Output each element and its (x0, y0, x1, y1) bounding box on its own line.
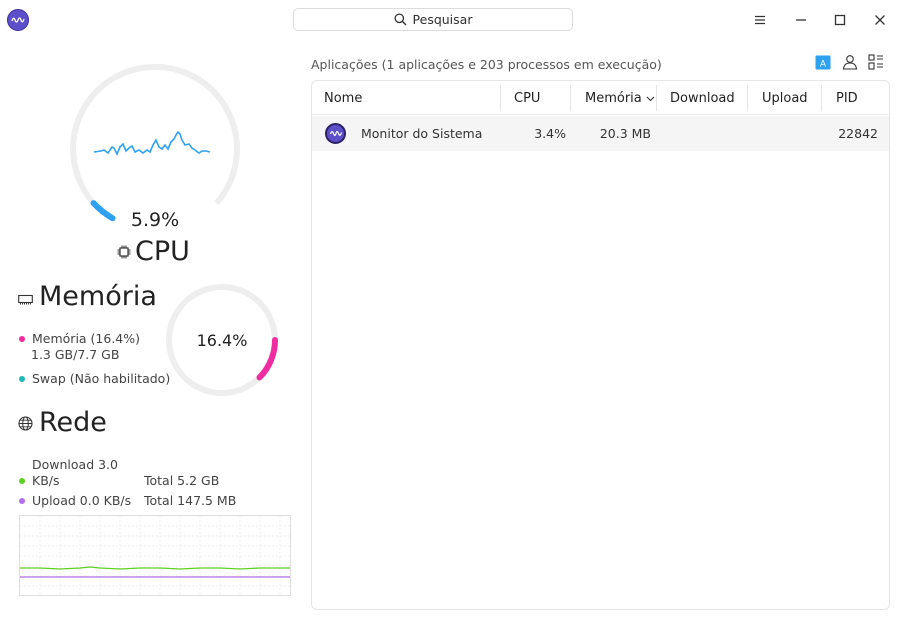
memory-section-title: Memória (18, 281, 157, 312)
applications-caption: Aplicações (1 aplicações e 203 processos… (311, 57, 662, 72)
svg-text:A: A (820, 59, 827, 69)
column-divider[interactable] (656, 85, 657, 111)
minimize-icon[interactable] (789, 8, 813, 32)
process-cpu: 3.4% (534, 126, 566, 141)
cpu-usage-sparkline (93, 130, 211, 156)
column-divider[interactable] (821, 85, 822, 111)
process-name: Monitor do Sistema (361, 126, 483, 141)
column-header-memory[interactable]: Memória (585, 81, 655, 115)
cpu-section-title: CPU (116, 236, 190, 267)
download-total: Total 5.2 GB (144, 473, 220, 488)
applications-panel: Aplicações (1 aplicações e 203 processos… (311, 40, 890, 610)
cpu-usage-value: 5.9% (130, 209, 180, 231)
column-header-cpu[interactable]: CPU (514, 81, 540, 115)
memory-usage-value: 16.4% (196, 331, 248, 350)
swap-legend-label: Swap (Não habilitado) (32, 371, 171, 386)
memory-legend: Memória (16.4%) 1.3 GB/7.7 GB Swap (Não … (19, 331, 170, 387)
network-chart-svg (20, 516, 290, 595)
column-divider[interactable] (570, 85, 571, 111)
swap-legend-item: Swap (Não habilitado) (19, 371, 170, 387)
applications-table: Nome CPU Memória Download Upload PID Mon… (311, 80, 890, 610)
memory-legend-item: Memória (16.4%) (19, 331, 170, 347)
table-row[interactable]: Monitor do Sistema 3.4% 20.3 MB 22842 (312, 116, 889, 151)
maximize-icon[interactable] (828, 8, 852, 32)
column-divider[interactable] (500, 85, 501, 111)
process-download (670, 116, 742, 151)
system-monitor-icon[interactable] (7, 9, 29, 31)
close-icon[interactable] (868, 8, 892, 32)
search-input[interactable]: Pesquisar (293, 8, 573, 31)
chevron-down-icon (646, 91, 655, 106)
title-bar: Pesquisar (0, 0, 900, 40)
network-section-title: Rede (18, 407, 107, 438)
memory-detail: 1.3 GB/7.7 GB (31, 347, 120, 362)
memory-dot (19, 335, 25, 342)
cpu-title-text: CPU (135, 236, 190, 267)
upload-total: Total 147.5 MB (144, 493, 237, 508)
network-history-chart (19, 515, 291, 596)
process-upload (762, 116, 816, 151)
globe-icon (18, 407, 33, 438)
table-header: Nome CPU Memória Download Upload PID (312, 81, 889, 115)
process-memory: 20.3 MB (599, 126, 651, 141)
system-overview-panel: 5.9% CPU Memória Memória (16.4%) 1.3 GB/… (0, 40, 300, 620)
applications-view-icon[interactable]: A (814, 53, 832, 71)
swap-dot (19, 375, 25, 382)
cpu-chip-icon (116, 236, 132, 267)
upload-legend-item: Upload 0.0 KB/s Total 147.5 MB (19, 493, 236, 509)
upload-dot (19, 497, 25, 504)
search-placeholder: Pesquisar (412, 12, 473, 27)
column-divider[interactable] (747, 85, 748, 111)
download-dot (19, 477, 25, 484)
column-header-download[interactable]: Download (670, 81, 735, 115)
memory-legend-label: Memória (16.4%) (32, 331, 141, 346)
all-processes-view-icon[interactable] (867, 53, 885, 71)
download-legend-item: Download 3.0 KB/s Total 5.2 GB (19, 457, 236, 489)
column-header-pid[interactable]: PID (836, 81, 858, 115)
process-pid: 22842 (838, 126, 878, 141)
column-header-name[interactable]: Nome (324, 81, 362, 115)
network-title-text: Rede (39, 407, 107, 438)
memory-module-icon (18, 281, 33, 312)
user-processes-view-icon[interactable] (841, 53, 859, 71)
network-legend: Download 3.0 KB/s Total 5.2 GB Upload 0.0… (19, 457, 236, 509)
upload-rate: Upload 0.0 KB/s (32, 493, 132, 508)
memory-title-text: Memória (39, 281, 157, 312)
system-monitor-icon (325, 123, 346, 144)
column-header-memory-label: Memória (585, 90, 642, 106)
download-rate: Download 3.0 KB/s (32, 457, 118, 488)
column-header-upload[interactable]: Upload (762, 81, 808, 115)
search-icon (393, 13, 407, 26)
hamburger-menu-icon[interactable] (748, 8, 772, 32)
